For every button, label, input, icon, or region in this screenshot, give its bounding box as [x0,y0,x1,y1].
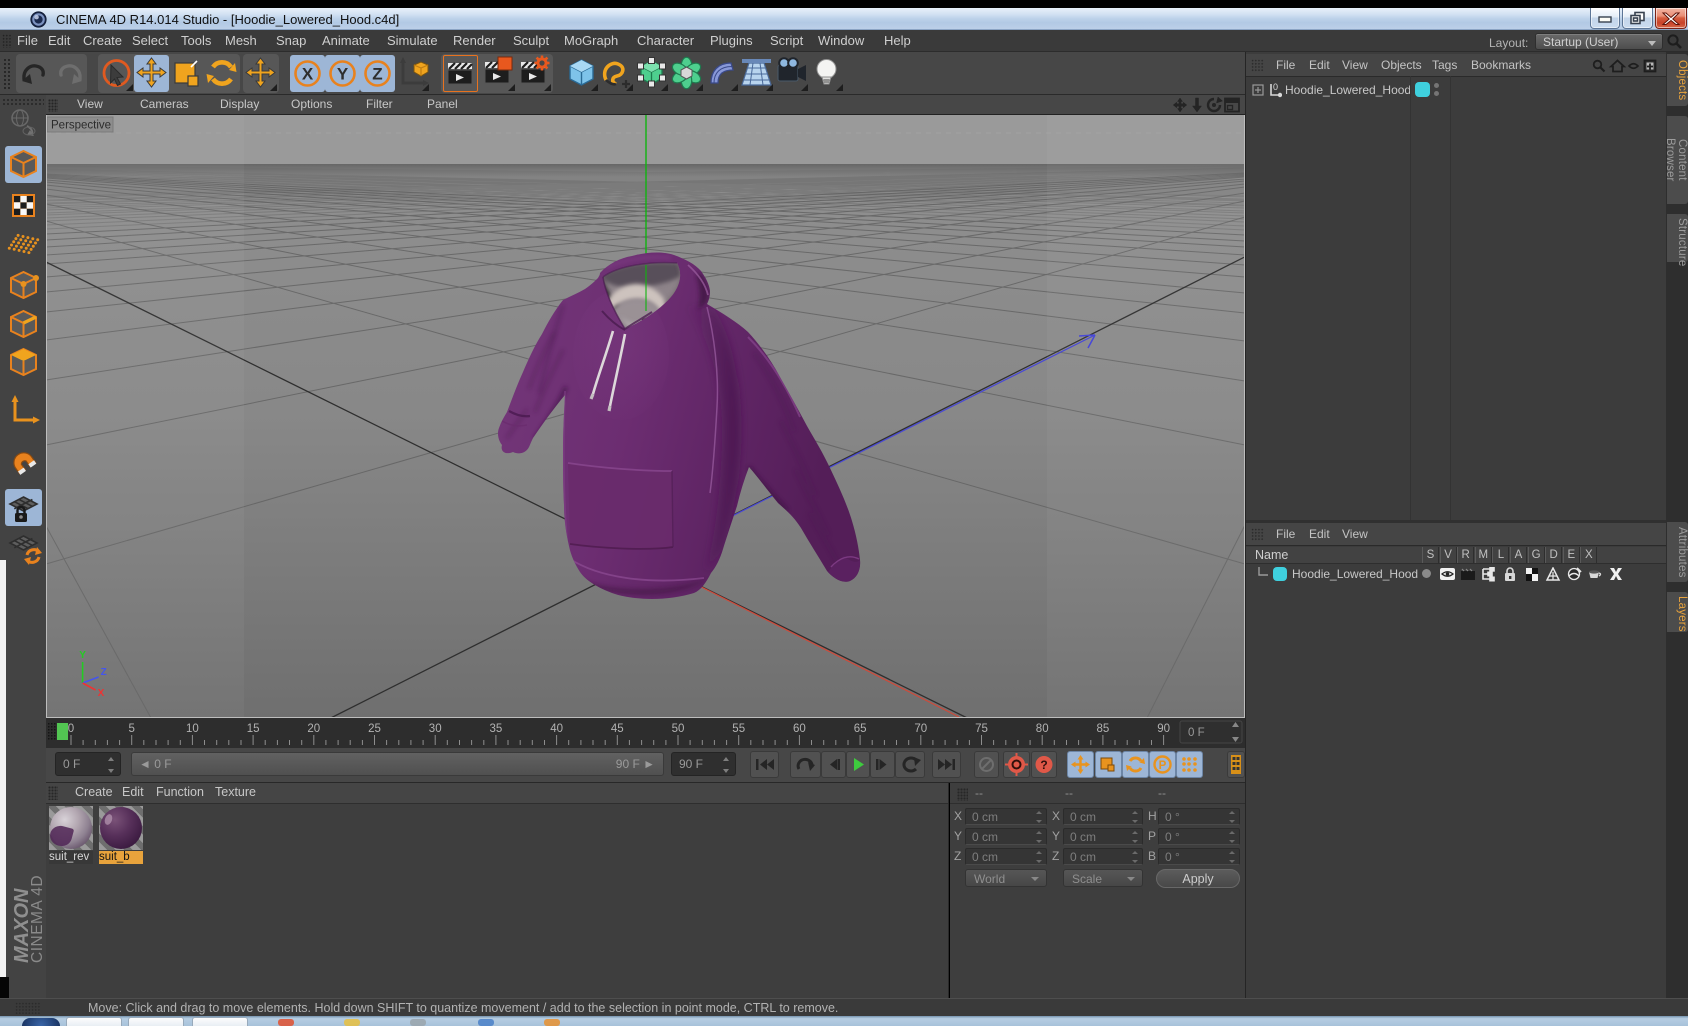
svg-text:10: 10 [186,723,199,735]
svg-text:5: 5 [128,723,134,735]
svg-text:30: 30 [429,723,442,735]
svg-text:15: 15 [247,723,260,735]
svg-text:?: ? [1040,758,1047,772]
svg-text:40: 40 [550,723,563,735]
svg-text:25: 25 [368,723,381,735]
svg-text:Z: Z [101,667,107,678]
svg-text:P: P [1159,760,1167,772]
svg-text:60: 60 [793,723,806,735]
svg-text:50: 50 [672,723,685,735]
svg-text:X: X [302,65,314,84]
svg-text:X: X [98,688,105,699]
svg-text:55: 55 [732,723,745,735]
svg-text:0: 0 [1273,82,1278,92]
svg-text:Z: Z [372,65,382,84]
svg-text:Perspective: Perspective [51,120,111,132]
svg-text:85: 85 [1097,723,1110,735]
svg-text:20: 20 [307,723,320,735]
svg-text:45: 45 [611,723,624,735]
svg-text:65: 65 [854,723,867,735]
svg-text:75: 75 [975,723,988,735]
svg-text:Y: Y [337,65,349,84]
svg-text:90: 90 [1157,723,1170,735]
svg-text:Y: Y [79,650,86,661]
svg-text:70: 70 [914,723,927,735]
svg-text:0 F: 0 F [1188,727,1205,739]
svg-text:35: 35 [490,723,503,735]
svg-text:0: 0 [68,723,74,735]
svg-text:80: 80 [1036,723,1049,735]
